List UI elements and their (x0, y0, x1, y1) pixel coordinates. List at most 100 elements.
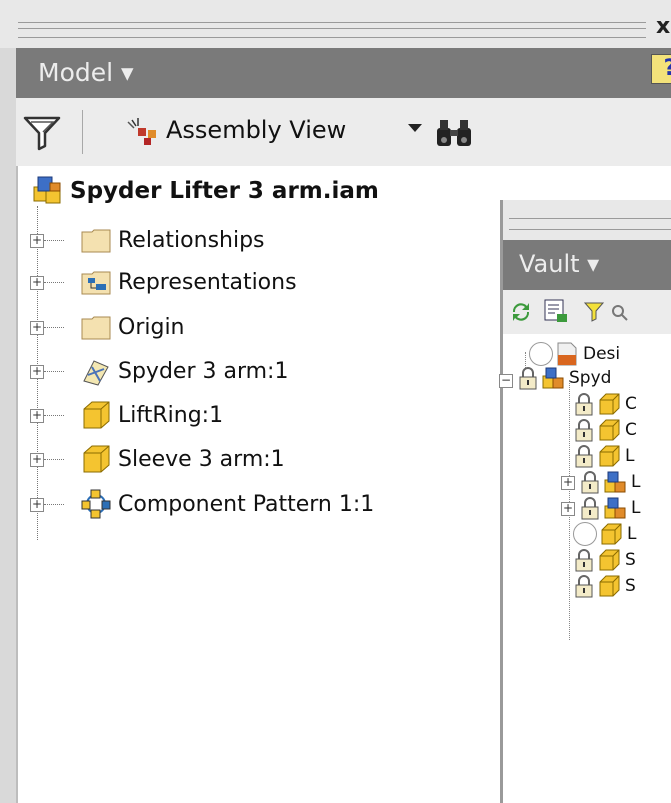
lock-icon (581, 497, 599, 520)
vault-panel: Vault ▾ Desi − Spyd C C L + L + L L S S (499, 200, 671, 803)
tree-connector (44, 327, 64, 329)
weldment-part-icon (83, 360, 109, 386)
chevron-down-icon[interactable] (408, 124, 422, 132)
vault-item[interactable]: S (573, 574, 636, 598)
tree-item-label: Origin (118, 314, 185, 340)
vault-item[interactable]: Spyd (517, 366, 611, 390)
assembly-view-icon (127, 118, 156, 145)
expand-toggle[interactable]: + (561, 476, 575, 490)
tree-item-label: Relationships (118, 227, 265, 253)
tree-item-component-pattern[interactable]: Component Pattern 1:1 (80, 487, 374, 521)
tree-item-relationships[interactable]: Relationships (80, 223, 265, 257)
tree-connector (44, 459, 64, 461)
vault-item-label: Spyd (569, 368, 612, 388)
lock-icon (519, 367, 537, 390)
lock-icon (575, 445, 593, 468)
lock-icon (575, 549, 593, 572)
vault-item[interactable]: C (573, 392, 637, 416)
tree-item-label: Representations (118, 269, 297, 295)
vault-item[interactable]: L (573, 444, 634, 468)
vault-item[interactable]: Desi (529, 342, 620, 366)
grip-lines (18, 22, 646, 38)
vault-item-label: L (627, 524, 637, 544)
pattern-icon (81, 489, 111, 519)
vault-item-label: L (631, 472, 641, 492)
tree-item-liftring[interactable]: LiftRing:1 (80, 398, 223, 432)
expand-toggle[interactable]: + (561, 502, 575, 516)
tree-item-origin[interactable]: Origin (80, 310, 185, 344)
vault-item-label: S (625, 576, 636, 596)
tree-item-label: Sleeve 3 arm:1 (118, 446, 285, 472)
assembly-icon (33, 176, 61, 204)
vault-panel-header: Vault ▾ (503, 240, 671, 290)
expand-toggle[interactable]: + (30, 453, 44, 467)
vault-item[interactable]: L (573, 522, 636, 546)
expand-toggle[interactable]: + (30, 234, 44, 248)
expand-toggle[interactable]: + (30, 409, 44, 423)
expand-toggle[interactable]: + (30, 321, 44, 335)
vault-item[interactable]: L (579, 496, 640, 520)
tree-connector (44, 371, 64, 373)
vault-item[interactable]: L (579, 470, 640, 494)
part-icon (599, 549, 620, 571)
assembly-icon (604, 471, 626, 493)
lock-icon (575, 575, 593, 598)
lock-icon (575, 419, 593, 442)
folder-icon (81, 316, 111, 340)
tree-item-sleeve-3-arm[interactable]: Sleeve 3 arm:1 (80, 442, 285, 476)
design-project-icon (557, 342, 577, 366)
tree-item-label: LiftRing:1 (118, 402, 224, 428)
tree-connector (44, 415, 64, 417)
tree-connector (44, 282, 64, 284)
tree-item-label: Spyder 3 arm:1 (118, 358, 289, 384)
close-button[interactable]: x (656, 14, 670, 39)
filter-icon[interactable] (583, 300, 605, 322)
vault-item-label: Desi (583, 344, 621, 364)
expand-toggle[interactable]: + (30, 276, 44, 290)
panel-grip-bar[interactable]: x (0, 0, 671, 48)
vault-panel-title[interactable]: Vault ▾ (519, 250, 599, 278)
assembly-icon (604, 497, 626, 519)
tree-root-item[interactable]: Spyder Lifter 3 arm.iam (32, 174, 379, 208)
collapse-toggle[interactable]: − (499, 374, 513, 388)
part-icon (601, 523, 622, 545)
part-icon (83, 445, 110, 473)
folder-icon (81, 229, 111, 253)
search-icon[interactable] (611, 304, 629, 322)
vault-grip-bar[interactable] (503, 200, 671, 240)
toolbar-separator (82, 110, 83, 154)
binoculars-icon[interactable] (434, 116, 474, 148)
tree-item-representations[interactable]: Representations (80, 265, 297, 299)
vault-item-label: L (631, 498, 641, 518)
root-assembly-label: Spyder Lifter 3 arm.iam (70, 178, 379, 204)
status-circle-icon (529, 342, 553, 366)
filter-icon[interactable] (22, 112, 62, 152)
lock-icon (581, 471, 599, 494)
vault-toolbar (503, 290, 671, 334)
tree-item-spyder-3-arm[interactable]: Spyder 3 arm:1 (80, 354, 288, 388)
tree-connector (44, 240, 64, 242)
model-panel-title[interactable]: Model ▾ (38, 58, 134, 87)
vault-tree: Desi − Spyd C C L + L + L L S S (499, 334, 671, 803)
assembly-view-label[interactable]: Assembly View (166, 116, 346, 144)
model-panel-header: Model ▾ ? (16, 48, 671, 98)
help-button[interactable]: ? (651, 54, 671, 84)
tree-item-label: Component Pattern 1:1 (118, 491, 375, 517)
vault-item[interactable]: C (573, 418, 637, 442)
vault-item-label: L (625, 446, 635, 466)
expand-toggle[interactable]: + (30, 365, 44, 379)
expand-toggle[interactable]: + (30, 498, 44, 512)
vault-item-label: S (625, 550, 636, 570)
vault-item[interactable]: S (573, 548, 636, 572)
part-icon (83, 401, 110, 429)
refresh-icon[interactable] (509, 300, 533, 324)
vault-item-label: C (625, 394, 637, 414)
part-icon (599, 419, 620, 441)
status-icon[interactable] (543, 298, 569, 324)
assembly-icon (542, 367, 564, 389)
vault-item-label: C (625, 420, 637, 440)
representations-icon (81, 271, 111, 295)
part-icon (599, 445, 620, 467)
model-toolbar: Assembly View (16, 98, 671, 167)
lock-icon (575, 393, 593, 416)
